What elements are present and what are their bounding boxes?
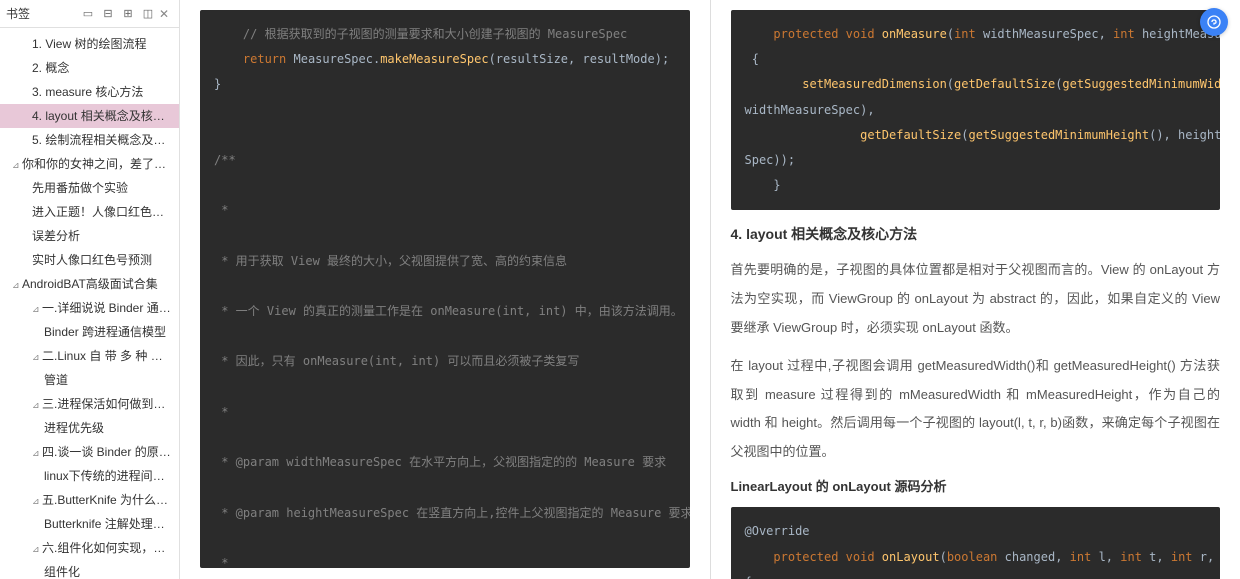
bookmark-label: 一.详细说说 Binder 通信原理与机制 <box>42 301 179 315</box>
bookmark-label: Butterknife 注解处理器的例子 <box>44 517 179 531</box>
bookmark-item[interactable]: ⊿二.Linux 自 带 多 种 进 程 通 信 方… <box>0 344 179 368</box>
bookmark-item[interactable]: Butterknife 注解处理器的例子 <box>0 512 179 536</box>
caret-icon: ⊿ <box>32 543 40 557</box>
bookmark-item[interactable]: 管道 <box>0 368 179 392</box>
bookmarks-sidebar: 书签 ▭ ⊟ ⊞ ◫ ✕ 1. View 树的绘图流程 2. 概念 3. measu… <box>0 0 180 579</box>
bookmark-label: 四.谈一谈 Binder 的原理和实现一… <box>42 445 179 459</box>
bookmark-item[interactable]: ⊿五.ButterKnife 为什么执行效率为… <box>0 488 179 512</box>
bookmark-item[interactable]: linux下传统的进程间通信原理 <box>0 464 179 488</box>
bookmark-item[interactable]: 1. View 树的绘图流程 <box>0 32 179 56</box>
caret-icon: ⊿ <box>32 303 40 317</box>
subheading-linearlayout: LinearLayout 的 onLayout 源码分析 <box>731 476 1221 495</box>
bookmark-label: AndroidBAT高级面试合集 <box>22 277 158 291</box>
bookmark-item[interactable]: 组件化 <box>0 560 179 579</box>
caret-icon: ⊿ <box>32 399 40 413</box>
sidebar-toolbar: ▭ ⊟ ⊞ ◫ <box>81 7 155 21</box>
bookmark-item[interactable]: 进程优先级 <box>0 416 179 440</box>
bookmark-label: 六.组件化如何实现，组件化与插件… <box>42 541 179 555</box>
caret-icon: ⊿ <box>12 159 20 173</box>
bookmark-label: 进入正题！人像口红色号识别 <box>32 205 179 219</box>
code-block-onlayout: @Override protected void onLayout(boolea… <box>731 507 1221 579</box>
bookmark-item[interactable]: 先用番茄做个实验 <box>0 176 179 200</box>
bookmark-label: 三.进程保活如何做到，你们保活率… <box>42 397 179 411</box>
bookmark-item[interactable]: ⊿四.谈一谈 Binder 的原理和实现一… <box>0 440 179 464</box>
bookmark-label: 组件化 <box>44 565 80 579</box>
feedback-fab[interactable] <box>1200 8 1228 36</box>
sidebar-header: 书签 ▭ ⊟ ⊞ ◫ ✕ <box>0 0 179 28</box>
caret-icon: ⊿ <box>32 495 40 509</box>
bookmark-item[interactable]: Binder 跨进程通信模型 <box>0 320 179 344</box>
bookmark-label: 误差分析 <box>32 229 80 243</box>
section-title-layout: 4. layout 相关概念及核心方法 <box>731 224 1221 244</box>
close-icon[interactable]: ✕ <box>159 7 173 21</box>
bookmark-item[interactable]: 5. 绘制流程相关概念及核心方法 <box>0 128 179 152</box>
bookmark-label: 4. layout 相关概念及核心方法 <box>32 109 179 123</box>
bookmark-label: 你和你的女神之间，差了一个 OpenCV… <box>22 157 179 171</box>
bookmark-label: 5. 绘制流程相关概念及核心方法 <box>32 133 179 147</box>
bookmark-item[interactable]: 进入正题！人像口红色号识别 <box>0 200 179 224</box>
bookmark-item[interactable]: ⊿你和你的女神之间，差了一个 OpenCV… <box>0 152 179 176</box>
page-left: // 根据获取到的子视图的测量要求和大小创建子视图的 MeasureSpec r… <box>180 0 711 579</box>
bookmark-item[interactable]: 4. layout 相关概念及核心方法 <box>0 104 179 128</box>
bookmark-item[interactable]: ⊿AndroidBAT高级面试合集 <box>0 272 179 296</box>
code-block-measure: // 根据获取到的子视图的测量要求和大小创建子视图的 MeasureSpec r… <box>200 10 690 568</box>
bookmark-label: 2. 概念 <box>32 61 69 75</box>
bookmark-tree[interactable]: 1. View 树的绘图流程 2. 概念 3. measure 核心方法 4. lay… <box>0 28 179 579</box>
bookmark-label: 1. View 树的绘图流程 <box>32 37 146 51</box>
bookmark-label: 3. measure 核心方法 <box>32 85 143 99</box>
caret-icon: ⊿ <box>32 351 40 365</box>
bookmark-item[interactable]: 误差分析 <box>0 224 179 248</box>
caret-icon: ⊿ <box>12 279 20 293</box>
bookmark-label: 实时人像口红色号预测 <box>32 253 152 267</box>
bookmark-item[interactable]: ⊿三.进程保活如何做到，你们保活率… <box>0 392 179 416</box>
bookmark-label: 先用番茄做个实验 <box>32 181 128 195</box>
document-viewer: // 根据获取到的子视图的测量要求和大小创建子视图的 MeasureSpec r… <box>180 0 1240 579</box>
bookmark-item[interactable]: 实时人像口红色号预测 <box>0 248 179 272</box>
paragraph: 在 layout 过程中,子视图会调用 getMeasuredWidth()和 … <box>731 352 1221 466</box>
bookmark-label: 二.Linux 自 带 多 种 进 程 通 信 方… <box>42 349 179 363</box>
bookmark-label: linux下传统的进程间通信原理 <box>44 469 179 483</box>
caret-icon: ⊿ <box>32 447 40 461</box>
bookmark-label: Binder 跨进程通信模型 <box>44 325 166 339</box>
bookmark-label: 五.ButterKnife 为什么执行效率为… <box>42 493 179 507</box>
bookmark-item[interactable]: ⊿一.详细说说 Binder 通信原理与机制 <box>0 296 179 320</box>
bookmark-item[interactable]: ⊿六.组件化如何实现，组件化与插件… <box>0 536 179 560</box>
sidebar-title: 书签 <box>6 5 81 22</box>
bookmark-tag-icon[interactable]: ◫ <box>141 7 155 21</box>
bookmark-item[interactable]: 2. 概念 <box>0 56 179 80</box>
bookmark-label: 管道 <box>44 373 68 387</box>
expand-icon[interactable]: ▭ <box>81 7 95 21</box>
bookmark-item[interactable]: 3. measure 核心方法 <box>0 80 179 104</box>
bookmark-label: 进程优先级 <box>44 421 104 435</box>
paragraph: 首先要明确的是，子视图的具体位置都是相对于父视图而言的。View 的 onLay… <box>731 256 1221 342</box>
page-right: protected void onMeasure(int widthMeasur… <box>711 0 1240 579</box>
collapse-icon[interactable]: ⊟ <box>101 7 115 21</box>
add-bookmark-icon[interactable]: ⊞ <box>121 7 135 21</box>
code-block-onmeasure: protected void onMeasure(int widthMeasur… <box>731 10 1221 210</box>
